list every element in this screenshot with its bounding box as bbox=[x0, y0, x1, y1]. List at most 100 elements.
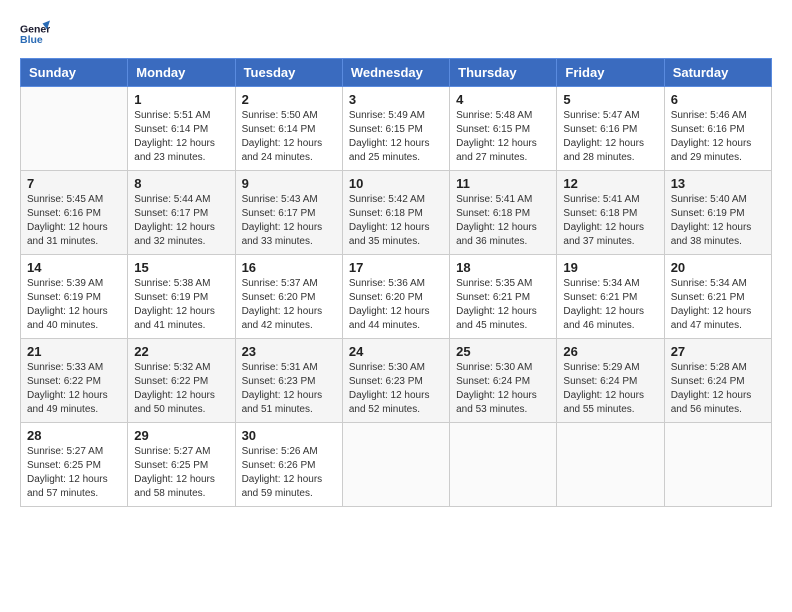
header-row: SundayMondayTuesdayWednesdayThursdayFrid… bbox=[21, 59, 772, 87]
day-cell: 29Sunrise: 5:27 AM Sunset: 6:25 PM Dayli… bbox=[128, 423, 235, 507]
day-info: Sunrise: 5:45 AM Sunset: 6:16 PM Dayligh… bbox=[27, 193, 121, 249]
day-number: 30 bbox=[242, 428, 336, 443]
day-info: Sunrise: 5:35 AM Sunset: 6:21 PM Dayligh… bbox=[456, 277, 550, 333]
day-info: Sunrise: 5:37 AM Sunset: 6:20 PM Dayligh… bbox=[242, 277, 336, 333]
day-cell: 30 Sunrise: 5:26 AM Sunset: 6:26 PM Dayli… bbox=[235, 423, 342, 507]
day-cell: 22 Sunrise: 5:32 AM Sunset: 6:22 PM Dayli… bbox=[128, 339, 235, 423]
day-number: 23 bbox=[242, 344, 336, 359]
week-row-5: 28 Sunrise: 5:27 AM Sunset: 6:25 PM Dayli… bbox=[21, 423, 772, 507]
svg-text:Blue: Blue bbox=[20, 34, 43, 46]
day-cell: 24 Sunrise: 5:30 AM Sunset: 6:23 PM Dayli… bbox=[342, 339, 449, 423]
day-cell: 6Sunrise: 5:46 AM Sunset: 6:16 PM Daylig… bbox=[664, 87, 771, 171]
day-cell: 18Sunrise: 5:35 AM Sunset: 6:21 PM Dayli… bbox=[450, 255, 557, 339]
day-number: 14 bbox=[27, 260, 121, 275]
day-number: 12 bbox=[563, 176, 657, 191]
logo: General Blue bbox=[20, 20, 54, 48]
day-number: 24 bbox=[349, 344, 443, 359]
day-cell: 25Sunrise: 5:30 AM Sunset: 6:24 PM Dayli… bbox=[450, 339, 557, 423]
day-cell: 2Sunrise: 5:50 AM Sunset: 6:14 PM Daylig… bbox=[235, 87, 342, 171]
day-cell bbox=[21, 87, 128, 171]
calendar-body: 1 Sunrise: 5:51 AM Sunset: 6:14 PM Daylig… bbox=[21, 87, 772, 507]
day-cell: 21 Sunrise: 5:33 AM Sunset: 6:22 PM Dayli… bbox=[21, 339, 128, 423]
day-number: 11 bbox=[456, 176, 550, 191]
header-cell-friday: Friday bbox=[557, 59, 664, 87]
day-info: Sunrise: 5:36 AM Sunset: 6:20 PM Dayligh… bbox=[349, 277, 443, 333]
day-info: Sunrise: 5:27 AM Sunset: 6:25 PM Dayligh… bbox=[27, 445, 121, 501]
day-info: Sunrise: 5:29 AM Sunset: 6:24 PM Dayligh… bbox=[563, 361, 657, 417]
week-row-4: 21 Sunrise: 5:33 AM Sunset: 6:22 PM Dayli… bbox=[21, 339, 772, 423]
day-info: Sunrise: 5:50 AM Sunset: 6:14 PM Dayligh… bbox=[242, 109, 336, 165]
day-number: 16 bbox=[242, 260, 336, 275]
header-cell-monday: Monday bbox=[128, 59, 235, 87]
day-info: Sunrise: 5:46 AM Sunset: 6:16 PM Dayligh… bbox=[671, 109, 765, 165]
day-cell: 20 Sunrise: 5:34 AM Sunset: 6:21 PM Dayli… bbox=[664, 255, 771, 339]
day-cell: 10Sunrise: 5:42 AM Sunset: 6:18 PM Dayli… bbox=[342, 171, 449, 255]
day-cell: 27 Sunrise: 5:28 AM Sunset: 6:24 PM Dayli… bbox=[664, 339, 771, 423]
day-info: Sunrise: 5:30 AM Sunset: 6:24 PM Dayligh… bbox=[456, 361, 550, 417]
day-cell bbox=[342, 423, 449, 507]
day-info: Sunrise: 5:49 AM Sunset: 6:15 PM Dayligh… bbox=[349, 109, 443, 165]
day-info: Sunrise: 5:26 AM Sunset: 6:26 PM Dayligh… bbox=[242, 445, 336, 501]
day-cell: 7 Sunrise: 5:45 AM Sunset: 6:16 PM Daylig… bbox=[21, 171, 128, 255]
header-cell-tuesday: Tuesday bbox=[235, 59, 342, 87]
day-cell: 16 Sunrise: 5:37 AM Sunset: 6:20 PM Dayli… bbox=[235, 255, 342, 339]
day-cell: 23 Sunrise: 5:31 AM Sunset: 6:23 PM Dayli… bbox=[235, 339, 342, 423]
day-number: 9 bbox=[242, 176, 336, 191]
day-cell: 5 Sunrise: 5:47 AM Sunset: 6:16 PM Daylig… bbox=[557, 87, 664, 171]
day-info: Sunrise: 5:51 AM Sunset: 6:14 PM Dayligh… bbox=[134, 109, 228, 165]
day-info: Sunrise: 5:38 AM Sunset: 6:19 PM Dayligh… bbox=[134, 277, 228, 333]
week-row-1: 1 Sunrise: 5:51 AM Sunset: 6:14 PM Daylig… bbox=[21, 87, 772, 171]
day-cell: 14 Sunrise: 5:39 AM Sunset: 6:19 PM Dayli… bbox=[21, 255, 128, 339]
day-number: 10 bbox=[349, 176, 443, 191]
day-number: 7 bbox=[27, 176, 121, 191]
day-number: 5 bbox=[563, 92, 657, 107]
day-cell: 11Sunrise: 5:41 AM Sunset: 6:18 PM Dayli… bbox=[450, 171, 557, 255]
day-info: Sunrise: 5:41 AM Sunset: 6:18 PM Dayligh… bbox=[563, 193, 657, 249]
day-number: 28 bbox=[27, 428, 121, 443]
day-info: Sunrise: 5:32 AM Sunset: 6:22 PM Dayligh… bbox=[134, 361, 228, 417]
header-cell-wednesday: Wednesday bbox=[342, 59, 449, 87]
logo-icon: General Blue bbox=[20, 20, 50, 48]
day-info: Sunrise: 5:30 AM Sunset: 6:23 PM Dayligh… bbox=[349, 361, 443, 417]
day-number: 4 bbox=[456, 92, 550, 107]
week-row-2: 7 Sunrise: 5:45 AM Sunset: 6:16 PM Daylig… bbox=[21, 171, 772, 255]
day-info: Sunrise: 5:28 AM Sunset: 6:24 PM Dayligh… bbox=[671, 361, 765, 417]
day-number: 21 bbox=[27, 344, 121, 359]
day-cell bbox=[450, 423, 557, 507]
day-cell: 4 Sunrise: 5:48 AM Sunset: 6:15 PM Daylig… bbox=[450, 87, 557, 171]
day-info: Sunrise: 5:39 AM Sunset: 6:19 PM Dayligh… bbox=[27, 277, 121, 333]
day-info: Sunrise: 5:48 AM Sunset: 6:15 PM Dayligh… bbox=[456, 109, 550, 165]
day-cell: 8 Sunrise: 5:44 AM Sunset: 6:17 PM Daylig… bbox=[128, 171, 235, 255]
day-cell: 12 Sunrise: 5:41 AM Sunset: 6:18 PM Dayli… bbox=[557, 171, 664, 255]
header-cell-sunday: Sunday bbox=[21, 59, 128, 87]
day-number: 22 bbox=[134, 344, 228, 359]
day-cell bbox=[664, 423, 771, 507]
day-cell: 28 Sunrise: 5:27 AM Sunset: 6:25 PM Dayli… bbox=[21, 423, 128, 507]
day-number: 13 bbox=[671, 176, 765, 191]
day-number: 26 bbox=[563, 344, 657, 359]
day-number: 3 bbox=[349, 92, 443, 107]
day-number: 8 bbox=[134, 176, 228, 191]
header-cell-thursday: Thursday bbox=[450, 59, 557, 87]
day-cell bbox=[557, 423, 664, 507]
day-number: 20 bbox=[671, 260, 765, 275]
day-info: Sunrise: 5:31 AM Sunset: 6:23 PM Dayligh… bbox=[242, 361, 336, 417]
day-cell: 3 Sunrise: 5:49 AM Sunset: 6:15 PM Daylig… bbox=[342, 87, 449, 171]
day-info: Sunrise: 5:44 AM Sunset: 6:17 PM Dayligh… bbox=[134, 193, 228, 249]
day-number: 1 bbox=[134, 92, 228, 107]
day-info: Sunrise: 5:43 AM Sunset: 6:17 PM Dayligh… bbox=[242, 193, 336, 249]
day-info: Sunrise: 5:47 AM Sunset: 6:16 PM Dayligh… bbox=[563, 109, 657, 165]
calendar-header: SundayMondayTuesdayWednesdayThursdayFrid… bbox=[21, 59, 772, 87]
day-info: Sunrise: 5:33 AM Sunset: 6:22 PM Dayligh… bbox=[27, 361, 121, 417]
day-cell: 26 Sunrise: 5:29 AM Sunset: 6:24 PM Dayli… bbox=[557, 339, 664, 423]
day-number: 15 bbox=[134, 260, 228, 275]
day-cell: 19Sunrise: 5:34 AM Sunset: 6:21 PM Dayli… bbox=[557, 255, 664, 339]
day-info: Sunrise: 5:34 AM Sunset: 6:21 PM Dayligh… bbox=[671, 277, 765, 333]
day-info: Sunrise: 5:40 AM Sunset: 6:19 PM Dayligh… bbox=[671, 193, 765, 249]
day-number: 29 bbox=[134, 428, 228, 443]
day-cell: 13 Sunrise: 5:40 AM Sunset: 6:19 PM Dayli… bbox=[664, 171, 771, 255]
day-number: 27 bbox=[671, 344, 765, 359]
day-cell: 9 Sunrise: 5:43 AM Sunset: 6:17 PM Daylig… bbox=[235, 171, 342, 255]
header-cell-saturday: Saturday bbox=[664, 59, 771, 87]
day-number: 17 bbox=[349, 260, 443, 275]
